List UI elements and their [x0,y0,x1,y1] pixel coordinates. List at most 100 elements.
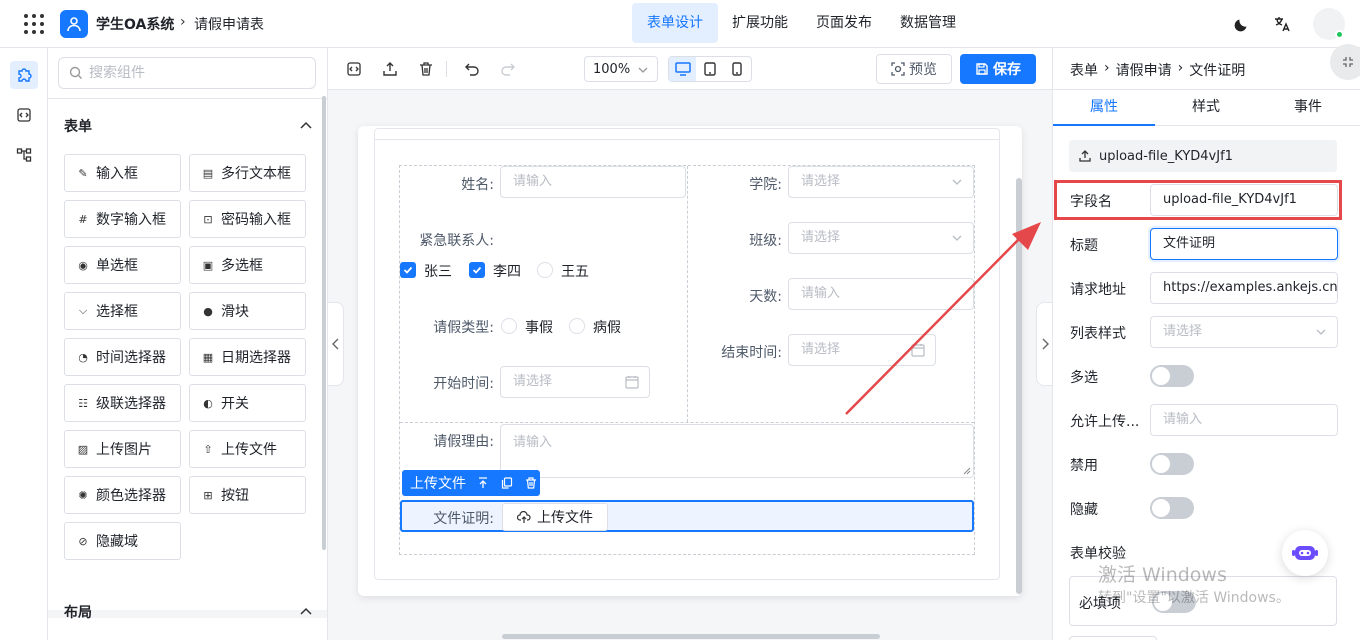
nav-form-design[interactable]: 表单设计 [632,3,718,43]
component-checkbox[interactable]: ▣ 多选框 [189,246,306,284]
component-palette[interactable]: ✺ 颜色选择器 [64,476,181,514]
nav-data-management[interactable]: 数据管理 [886,3,970,43]
component-lock[interactable]: ⊡ 密码输入框 [189,200,306,238]
column-divider [687,166,688,422]
radio-sick-leave[interactable] [569,318,585,334]
checkbox-lisi[interactable] [469,262,485,278]
trash-icon[interactable] [416,59,436,79]
grid-layout[interactable]: 姓名: 请输入 紧急联系人: 张三 李四 王五 请假类型: 事假 病假 开始时间 [399,165,975,555]
component-label: 多行文本框 [221,166,291,182]
fullscreen-toggle[interactable] [1330,44,1360,80]
allow-upload-input[interactable]: 请输入 [1150,404,1338,436]
form-header-line [375,139,999,140]
preview-button[interactable]: 预览 [876,54,952,84]
component-label: 数字输入框 [96,212,166,228]
nav-extensions[interactable]: 扩展功能 [718,3,802,43]
chevron-up-icon[interactable] [298,118,314,134]
code-view-icon[interactable] [344,59,364,79]
crumb-form[interactable]: 表单 [1070,60,1098,80]
component-upload[interactable]: ⇧ 上传文件 [189,430,306,468]
option-personal-leave: 事假 [525,320,553,336]
desktop-icon[interactable] [669,57,697,81]
reason-textarea[interactable]: 请输入 [500,424,974,478]
allow-upload-label: 允许上传... [1070,414,1140,430]
name-input[interactable]: 请输入 [500,166,686,198]
nav-publish[interactable]: 页面发布 [802,3,886,43]
selected-component-toolbar: 上传文件 [402,470,540,496]
page-name[interactable]: 请假申请表 [194,14,264,34]
copy-icon[interactable] [500,476,514,490]
zoom-select[interactable]: 100% [584,56,658,82]
tab-events[interactable]: 事件 [1257,90,1359,126]
crumb-leave-request[interactable]: 请假申请 [1116,60,1172,80]
rail-components[interactable] [10,61,38,89]
component-button[interactable]: ⊞ 按钮 [189,476,306,514]
component-search-input[interactable] [89,65,289,81]
apps-grid-icon[interactable] [24,14,44,34]
class-select[interactable]: 请选择 [788,222,974,254]
checkbox-zhangsan[interactable] [400,262,416,278]
upload-file-button[interactable]: 上传文件 [502,503,608,531]
delete-icon[interactable] [524,476,538,490]
request-url-input[interactable]: https://examples.ankejs.cn, [1150,272,1338,304]
undo-icon[interactable] [462,59,482,79]
component-image[interactable]: ▨ 上传图片 [64,430,181,468]
component-radio[interactable]: ◉ 单选框 [64,246,181,284]
component-slider[interactable]: ● 滑块 [189,292,306,330]
component-cascader[interactable]: ☷ 级联选择器 [64,384,181,422]
chevron-up-icon[interactable] [298,604,314,620]
college-select[interactable]: 请选择 [788,166,974,198]
radio-personal-leave[interactable] [501,318,517,334]
component-search[interactable] [58,57,316,89]
hidden-switch[interactable] [1150,497,1194,519]
component-edit[interactable]: ✎ 输入框 [64,154,181,192]
move-up-icon[interactable] [476,476,490,490]
component-clock[interactable]: ◔ 时间选择器 [64,338,181,376]
tab-styles[interactable]: 样式 [1155,90,1257,126]
translate-icon[interactable] [1272,14,1292,34]
component-textarea[interactable]: ▤ 多行文本框 [189,154,306,192]
save-button[interactable]: 保存 [960,54,1036,84]
assistant-button[interactable] [1282,530,1328,576]
selected-upload-field[interactable]: 文件证明: 上传文件 [400,500,974,532]
cascader-icon: ☷ [78,396,88,410]
collapse-left-panel[interactable] [328,302,344,386]
multiple-switch[interactable] [1150,365,1194,387]
component-number[interactable]: # 数字输入框 [64,200,181,238]
preview-icon [891,62,905,76]
rail-tree[interactable] [10,141,38,169]
component-label: 选择框 [96,304,138,320]
icon-rail [0,48,48,640]
mobile-icon[interactable] [724,57,751,81]
collapse-right-panel[interactable] [1036,302,1052,386]
canvas-vertical-scrollbar[interactable] [1016,178,1022,594]
radio-icon: ◉ [78,258,88,272]
tablet-icon[interactable] [696,57,723,81]
college-label: 学院: [749,177,782,193]
redo-icon[interactable] [498,59,518,79]
calendar-icon [625,376,639,389]
moon-icon[interactable] [1232,14,1252,34]
start-time-placeholder: 请选择 [513,374,553,389]
component-label: 滑块 [221,304,249,320]
canvas-horizontal-scrollbar[interactable] [502,634,880,639]
resize-handle-icon[interactable] [963,467,971,475]
title-input[interactable]: 文件证明 [1150,228,1338,260]
tab-attributes[interactable]: 属性 [1053,90,1155,126]
disabled-switch[interactable] [1150,453,1194,475]
component-select[interactable]: ⌵ 选择框 [64,292,181,330]
days-input[interactable]: 请输入 [788,278,974,310]
component-label: 输入框 [96,166,138,182]
component-calendar[interactable]: ▦ 日期选择器 [189,338,306,376]
component-label: 颜色选择器 [96,488,166,504]
list-style-select[interactable]: 请选择 [1150,316,1338,348]
checkbox-wangwu[interactable] [537,262,553,278]
import-icon[interactable] [380,59,400,79]
leave-type-label: 请假类型: [433,320,494,336]
start-time-picker[interactable]: 请选择 [500,366,650,398]
end-time-picker[interactable]: 请选择 [788,334,936,366]
panel-scrollbar[interactable] [322,96,326,550]
component-eye-off[interactable]: ⊘ 隐藏域 [64,522,181,560]
rail-code[interactable] [10,101,38,129]
component-switch[interactable]: ◐ 开关 [189,384,306,422]
